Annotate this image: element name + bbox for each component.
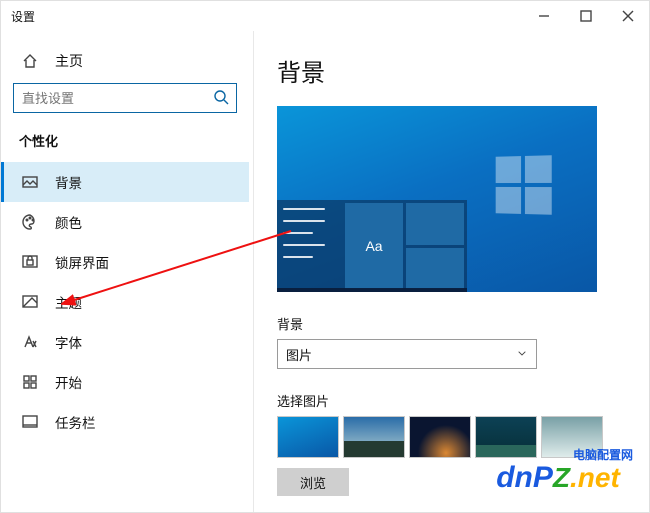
sidebar-item-fonts[interactable]: 字体 — [1, 322, 249, 362]
content-area: 背景 Aa — [249, 31, 649, 512]
home-label: 主页 — [55, 51, 83, 71]
preview-sample-text: Aa — [345, 203, 403, 289]
background-label: 背景 — [277, 314, 639, 333]
sidebar-item-label: 开始 — [55, 372, 82, 392]
start-icon — [19, 371, 41, 393]
browse-label: 浏览 — [300, 473, 326, 492]
home-link[interactable]: 主页 — [1, 41, 249, 81]
sidebar-item-label: 字体 — [55, 332, 82, 352]
windows-logo-icon — [496, 155, 552, 214]
sidebar-item-taskbar[interactable]: 任务栏 — [1, 402, 249, 442]
sidebar-item-start[interactable]: 开始 — [1, 362, 249, 402]
picture-icon — [19, 171, 41, 193]
select-value: 图片 — [286, 345, 312, 364]
choose-picture-label: 选择图片 — [277, 391, 639, 410]
sidebar: 主页 个性化 背景 颜色 — [1, 31, 249, 512]
window-title: 设置 — [11, 8, 35, 25]
search-icon — [212, 88, 230, 109]
sidebar-item-background[interactable]: 背景 — [1, 162, 249, 202]
titlebar: 设置 — [1, 1, 649, 31]
sidebar-item-lockscreen[interactable]: 锁屏界面 — [1, 242, 249, 282]
picture-thumb[interactable] — [343, 416, 405, 458]
picture-thumb[interactable] — [541, 416, 603, 458]
background-type-select[interactable]: 图片 — [277, 339, 537, 369]
sidebar-item-label: 任务栏 — [55, 412, 96, 432]
taskbar-icon — [19, 411, 41, 433]
sidebar-item-colors[interactable]: 颜色 — [1, 202, 249, 242]
section-title: 个性化 — [1, 127, 249, 162]
search-box[interactable] — [13, 83, 237, 113]
palette-icon — [19, 211, 41, 233]
sidebar-item-label: 主题 — [55, 292, 82, 312]
page-title: 背景 — [277, 53, 639, 88]
home-icon — [19, 50, 41, 72]
search-input[interactable] — [20, 90, 212, 107]
desktop-preview: Aa — [277, 106, 597, 292]
browse-button[interactable]: 浏览 — [277, 468, 349, 496]
maximize-button[interactable] — [565, 1, 607, 31]
sidebar-item-label: 颜色 — [55, 212, 82, 232]
sidebar-item-label: 锁屏界面 — [55, 252, 109, 272]
sidebar-item-themes[interactable]: 主题 — [1, 282, 249, 322]
themes-icon — [19, 291, 41, 313]
picture-thumbnails — [277, 416, 639, 458]
fonts-icon — [19, 331, 41, 353]
picture-thumb[interactable] — [277, 416, 339, 458]
sidebar-item-label: 背景 — [55, 172, 82, 192]
minimize-button[interactable] — [523, 1, 565, 31]
chevron-down-icon — [516, 347, 528, 362]
close-button[interactable] — [607, 1, 649, 31]
picture-thumb[interactable] — [409, 416, 471, 458]
lockscreen-icon — [19, 251, 41, 273]
start-menu-mock: Aa — [277, 200, 467, 292]
picture-thumb[interactable] — [475, 416, 537, 458]
